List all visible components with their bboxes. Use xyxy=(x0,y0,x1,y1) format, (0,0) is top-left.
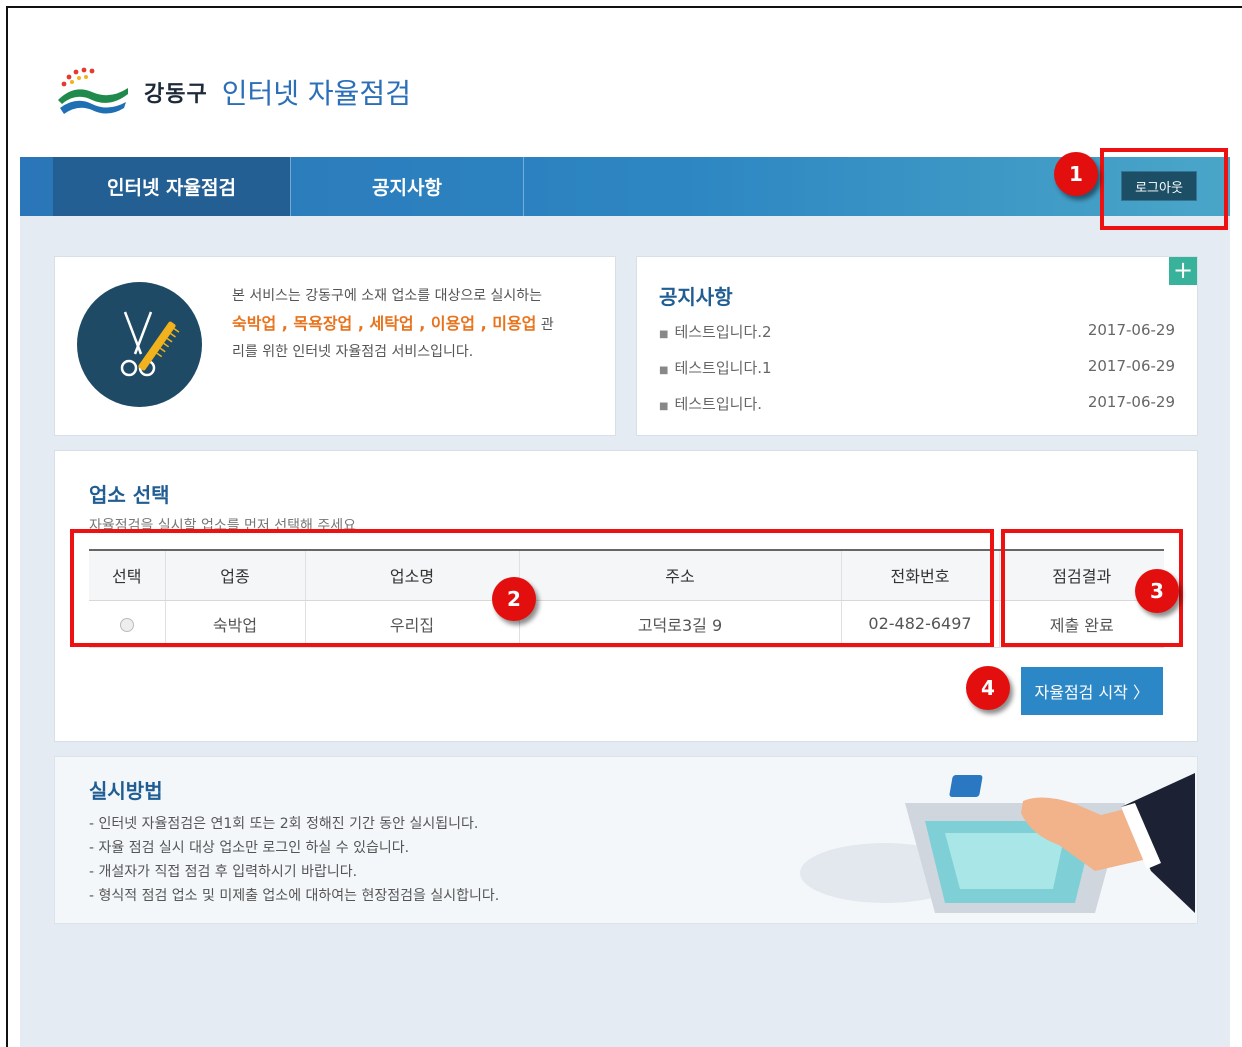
bullet-icon: ■ xyxy=(659,329,669,340)
notice-item-title: 테스트입니다.2 xyxy=(674,323,772,341)
intro-text: 본 서비스는 강동구에 소재 업소를 대상으로 실시하는 숙박업 , 목욕장업 … xyxy=(232,283,602,366)
annotation-badge-4: 4 xyxy=(966,666,1010,710)
site-logo[interactable]: 강동구 인터넷 자율점검 xyxy=(52,62,411,122)
nav-tab-notice[interactable]: 공지사항 xyxy=(290,157,524,216)
method-line: - 개설자가 직접 점검 후 입력하시기 바랍니다. xyxy=(89,864,358,880)
tablet-hand-illustration xyxy=(800,773,1195,913)
business-select-title: 업소 선택 xyxy=(89,483,170,507)
notice-item-title: 테스트입니다. xyxy=(674,395,763,413)
nav-tab-self-check[interactable]: 인터넷 자율점검 xyxy=(53,157,290,216)
annotation-box-1 xyxy=(1100,148,1228,230)
notice-item-date: 2017-06-29 xyxy=(1087,357,1175,375)
method-title: 실시방법 xyxy=(89,779,163,803)
intro-line-2-suffix: 관 xyxy=(536,317,554,333)
start-self-check-button[interactable]: 자율점검 시작 〉 xyxy=(1021,667,1163,715)
method-line: - 인터넷 자율점검은 연1회 또는 2회 정해진 기간 동안 실시됩니다. xyxy=(89,816,479,832)
business-select-description: 자율점검을 실시할 업소를 먼저 선택해 주세요 xyxy=(89,518,356,529)
business-types-highlight: 숙박업 , 목욕장업 , 세탁업 , 이용업 , 미용업 xyxy=(232,314,537,333)
notice-item-title: 테스트입니다.1 xyxy=(674,359,772,377)
bullet-icon: ■ xyxy=(659,365,669,376)
notice-panel: 공지사항 + ■ 테스트입니다.2 2017-06-29 ■ 테스트입니다.1 20… xyxy=(636,256,1198,436)
notice-item-date: 2017-06-29 xyxy=(1087,393,1175,411)
notice-more-button[interactable]: + xyxy=(1169,257,1197,285)
notice-item-date: 2017-06-29 xyxy=(1087,321,1175,339)
annotation-badge-3: 3 xyxy=(1135,569,1179,613)
scissors-comb-icon xyxy=(77,282,202,407)
org-name: 강동구 xyxy=(144,82,208,107)
annotation-badge-2: 2 xyxy=(492,577,536,621)
annotation-badge-1: 1 xyxy=(1054,152,1098,196)
method-line: - 자율 점검 실시 대상 업소만 로그인 하실 수 있습니다. xyxy=(89,840,410,856)
intro-line-1: 본 서비스는 강동구에 소재 업소를 대상으로 실시하는 xyxy=(232,288,543,304)
main-nav: 인터넷 자율점검 공지사항 로그아웃 xyxy=(20,157,1230,216)
notice-title: 공지사항 xyxy=(659,285,733,309)
intro-line-2: 숙박업 , 목욕장업 , 세탁업 , 이용업 , 미용업 관 xyxy=(232,310,602,339)
notice-item[interactable]: ■ 테스트입니다. 2017-06-29 xyxy=(659,393,1175,414)
intro-line-3: 리를 위한 인터넷 자율점검 서비스입니다. xyxy=(232,344,474,360)
bullet-icon: ■ xyxy=(659,401,669,412)
notice-item[interactable]: ■ 테스트입니다.1 2017-06-29 xyxy=(659,357,1175,378)
method-line: - 형식적 점검 업소 및 미제출 업소에 대하여는 현장점검을 실시합니다. xyxy=(89,888,500,904)
intro-panel: 본 서비스는 강동구에 소재 업소를 대상으로 실시하는 숙박업 , 목욕장업 … xyxy=(54,256,616,436)
gangdong-logo-icon xyxy=(52,62,132,122)
notice-item[interactable]: ■ 테스트입니다.2 2017-06-29 xyxy=(659,321,1175,342)
service-name: 인터넷 자율점검 xyxy=(221,77,411,110)
method-panel: 실시방법 - 인터넷 자율점검은 연1회 또는 2회 정해진 기간 동안 실시됩… xyxy=(54,756,1198,924)
